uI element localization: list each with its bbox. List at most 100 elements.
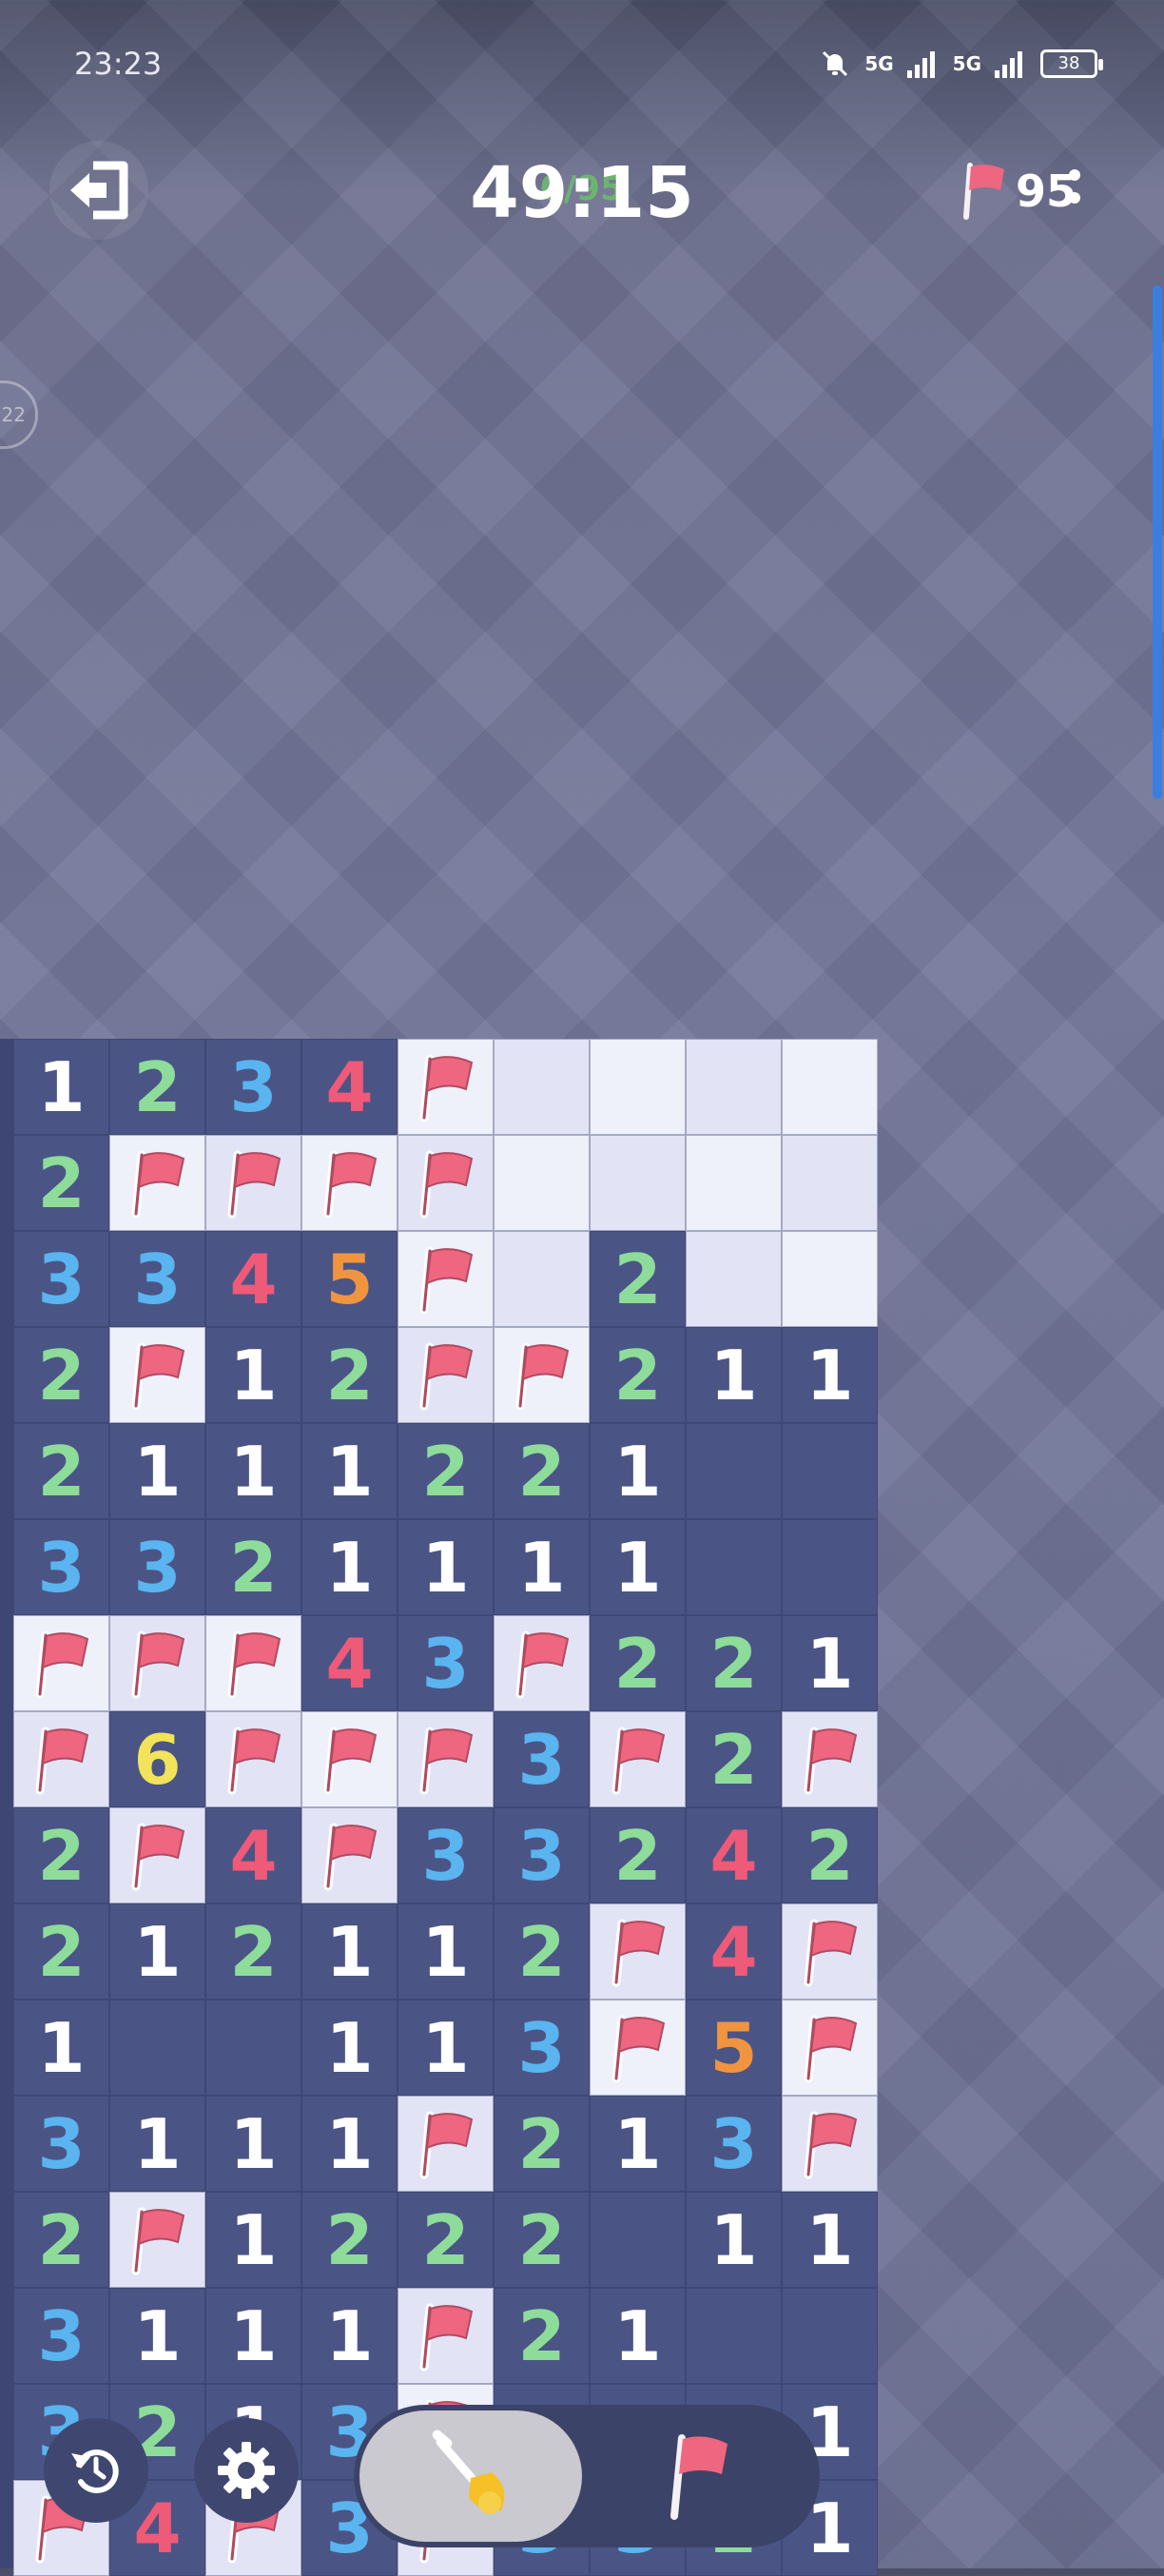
number-cell[interactable]: 3 <box>13 1231 109 1327</box>
number-cell[interactable]: 3 <box>398 1807 494 1903</box>
number-cell[interactable]: 1 <box>782 2192 878 2288</box>
number-cell[interactable]: 1 <box>205 1423 301 1519</box>
number-cell[interactable]: 1 <box>301 1519 398 1615</box>
flagged-cell[interactable] <box>590 1711 686 1807</box>
number-cell[interactable]: 1 <box>13 1039 109 1135</box>
number-cell[interactable]: 2 <box>494 2096 590 2192</box>
flagged-cell[interactable] <box>494 1327 590 1423</box>
empty-cell[interactable] <box>686 2288 782 2384</box>
flagged-cell[interactable] <box>782 1711 878 1807</box>
flagged-cell[interactable] <box>590 2000 686 2096</box>
unrevealed-cell[interactable] <box>494 1231 590 1327</box>
unrevealed-cell[interactable] <box>782 1039 878 1135</box>
flagged-cell[interactable] <box>590 1903 686 2000</box>
flagged-cell[interactable] <box>398 2096 494 2192</box>
unrevealed-cell[interactable] <box>590 1039 686 1135</box>
number-cell[interactable]: 1 <box>782 1327 878 1423</box>
unrevealed-cell[interactable] <box>686 1039 782 1135</box>
unrevealed-cell[interactable] <box>494 1135 590 1231</box>
flagged-cell[interactable] <box>109 1615 205 1711</box>
flagged-cell[interactable] <box>205 1615 301 1711</box>
flagged-cell[interactable] <box>398 2288 494 2384</box>
flagged-cell[interactable] <box>109 1327 205 1423</box>
flagged-cell[interactable] <box>398 1135 494 1231</box>
flagged-cell[interactable] <box>13 1615 109 1711</box>
flagged-cell[interactable] <box>398 1039 494 1135</box>
number-cell[interactable]: 2 <box>13 1903 109 2000</box>
number-cell[interactable]: 1 <box>590 1423 686 1519</box>
unrevealed-cell[interactable] <box>782 1135 878 1231</box>
flagged-cell[interactable] <box>398 1231 494 1327</box>
number-cell[interactable]: 2 <box>13 1327 109 1423</box>
number-cell[interactable]: 3 <box>686 2096 782 2192</box>
number-cell[interactable]: 2 <box>590 1807 686 1903</box>
number-cell[interactable]: 1 <box>590 2288 686 2384</box>
number-cell[interactable]: 2 <box>494 2192 590 2288</box>
number-cell[interactable]: 2 <box>590 1615 686 1711</box>
flagged-cell[interactable] <box>109 1807 205 1903</box>
dig-mode-button[interactable] <box>359 2410 582 2542</box>
number-cell[interactable]: 1 <box>301 2096 398 2192</box>
number-cell[interactable]: 5 <box>301 1231 398 1327</box>
empty-cell[interactable] <box>590 2192 686 2288</box>
number-cell[interactable]: 1 <box>301 1423 398 1519</box>
number-cell[interactable]: 2 <box>494 1423 590 1519</box>
unrevealed-cell[interactable] <box>782 1231 878 1327</box>
number-cell[interactable]: 1 <box>301 2000 398 2096</box>
number-cell[interactable]: 3 <box>13 1519 109 1615</box>
scrollbar[interactable] <box>1153 285 1162 799</box>
flagged-cell[interactable] <box>398 1327 494 1423</box>
number-cell[interactable]: 3 <box>494 1807 590 1903</box>
number-cell[interactable]: 2 <box>13 1135 109 1231</box>
number-cell[interactable]: 1 <box>686 2192 782 2288</box>
number-cell[interactable]: 1 <box>109 1903 205 2000</box>
unrevealed-cell[interactable] <box>494 1039 590 1135</box>
number-cell[interactable]: 1 <box>109 1423 205 1519</box>
number-cell[interactable]: 1 <box>782 1615 878 1711</box>
restart-button[interactable] <box>44 2418 148 2523</box>
more-options-button[interactable] <box>1069 169 1084 215</box>
number-cell[interactable]: 2 <box>13 1423 109 1519</box>
empty-cell[interactable] <box>109 2000 205 2096</box>
number-cell[interactable]: 1 <box>205 2288 301 2384</box>
unrevealed-cell[interactable] <box>686 1231 782 1327</box>
settings-button[interactable] <box>194 2418 299 2523</box>
empty-cell[interactable] <box>686 1519 782 1615</box>
number-cell[interactable]: 2 <box>686 1615 782 1711</box>
number-cell[interactable]: 3 <box>13 2288 109 2384</box>
number-cell[interactable]: 3 <box>109 1519 205 1615</box>
number-cell[interactable]: 2 <box>13 1807 109 1903</box>
unrevealed-cell[interactable] <box>590 1135 686 1231</box>
flagged-cell[interactable] <box>301 1135 398 1231</box>
number-cell[interactable]: 1 <box>205 1327 301 1423</box>
number-cell[interactable]: 1 <box>494 1519 590 1615</box>
flagged-cell[interactable] <box>494 1615 590 1711</box>
number-cell[interactable]: 2 <box>301 2192 398 2288</box>
number-cell[interactable]: 3 <box>494 1711 590 1807</box>
flagged-cell[interactable] <box>782 2096 878 2192</box>
number-cell[interactable]: 3 <box>109 1231 205 1327</box>
number-cell[interactable]: 4 <box>205 1231 301 1327</box>
number-cell[interactable]: 2 <box>494 2288 590 2384</box>
number-cell[interactable]: 1 <box>686 1327 782 1423</box>
number-cell[interactable]: 1 <box>301 2288 398 2384</box>
number-cell[interactable]: 4 <box>301 1039 398 1135</box>
flagged-cell[interactable] <box>109 1135 205 1231</box>
number-cell[interactable]: 1 <box>590 2096 686 2192</box>
empty-cell[interactable] <box>782 1423 878 1519</box>
number-cell[interactable]: 1 <box>13 2000 109 2096</box>
number-cell[interactable]: 1 <box>205 2096 301 2192</box>
number-cell[interactable]: 1 <box>398 1519 494 1615</box>
number-cell[interactable]: 4 <box>686 1807 782 1903</box>
number-cell[interactable]: 2 <box>782 1807 878 1903</box>
empty-cell[interactable] <box>205 2000 301 2096</box>
number-cell[interactable]: 1 <box>109 2096 205 2192</box>
empty-cell[interactable] <box>686 1423 782 1519</box>
number-cell[interactable]: 2 <box>590 1231 686 1327</box>
number-cell[interactable]: 2 <box>301 1327 398 1423</box>
number-cell[interactable]: 1 <box>301 1903 398 2000</box>
number-cell[interactable]: 2 <box>109 1039 205 1135</box>
number-cell[interactable]: 3 <box>205 1039 301 1135</box>
number-cell[interactable]: 2 <box>686 1711 782 1807</box>
number-cell[interactable]: 4 <box>301 1615 398 1711</box>
